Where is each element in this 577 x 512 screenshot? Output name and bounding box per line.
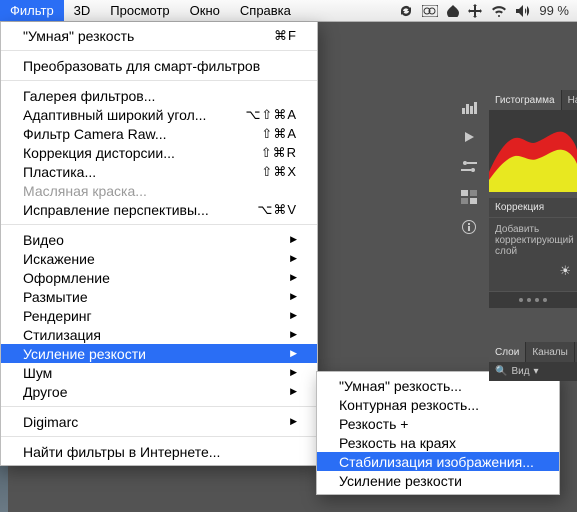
panel-tabs-layers: Слои Каналы Контуры	[489, 342, 577, 362]
menu-item[interactable]: Шум	[1, 363, 317, 382]
mac-menubar: Фильтр 3D Просмотр Окно Справка 99 %	[0, 0, 577, 22]
menu-item-label: Шум	[23, 365, 52, 381]
menu-item-label: Digimarc	[23, 414, 78, 430]
panel-tabs-histogram: Гистограмма Навигатор	[489, 90, 577, 110]
menu-item-label: Найти фильтры в Интернете...	[23, 444, 220, 460]
menu-item[interactable]: Видео	[1, 230, 317, 249]
menu-item[interactable]: Оформление	[1, 268, 317, 287]
menu-item[interactable]: Размытие	[1, 287, 317, 306]
menu-item-label: Преобразовать для смарт-фильтров	[23, 58, 260, 74]
panel-icon-strip	[454, 94, 484, 284]
menu-item-shortcut: ⇧⌘A	[261, 126, 297, 142]
menu-item[interactable]: Коррекция дисторсии... ⇧⌘R	[1, 143, 317, 162]
menu-item-label: Размытие	[23, 289, 88, 305]
submenu-item[interactable]: Резкость +	[317, 414, 559, 433]
menu-item[interactable]: Усиление резкости	[1, 344, 317, 363]
wifi-icon	[491, 5, 507, 17]
correction-panel-header[interactable]: Коррекция	[489, 198, 577, 217]
menu-item[interactable]: Адаптивный широкий угол... ⌥⇧⌘A	[1, 105, 317, 124]
histogram-display	[489, 110, 577, 192]
menu-window[interactable]: Окно	[180, 0, 230, 21]
menu-item-shortcut: ⇧⌘R	[261, 145, 297, 161]
tab-histogram[interactable]: Гистограмма	[489, 90, 562, 110]
submenu-item[interactable]: Контурная резкость...	[317, 395, 559, 414]
submenu-item[interactable]: Стабилизация изображения...	[317, 452, 559, 471]
swatches-icon[interactable]	[460, 188, 478, 206]
menu-item-label: Пластика...	[23, 164, 96, 180]
menu-item-label: Усиление резкости	[23, 346, 146, 362]
brightness-icon[interactable]: ☀	[495, 263, 571, 279]
submenu-item[interactable]: Резкость на краях	[317, 433, 559, 452]
menu-item-label: Галерея фильтров...	[23, 88, 155, 104]
menubar-status-area: 99 %	[399, 3, 577, 18]
panel-pager-dots	[489, 292, 577, 308]
menu-item[interactable]: Стилизация	[1, 325, 317, 344]
volume-icon	[516, 5, 530, 17]
menu-item-label: Рендеринг	[23, 308, 92, 324]
menu-item[interactable]: Фильтр Camera Raw... ⇧⌘A	[1, 124, 317, 143]
menu-filter[interactable]: Фильтр	[0, 0, 64, 21]
menu-item[interactable]: Искажение	[1, 249, 317, 268]
menu-item-shortcut: ⇧⌘X	[261, 164, 297, 180]
leaf-icon	[447, 5, 459, 17]
menu-3d[interactable]: 3D	[64, 0, 101, 21]
histogram-icon[interactable]	[460, 98, 478, 116]
menu-item-shortcut: ⌥⌘V	[257, 202, 297, 218]
search-icon: 🔍	[495, 366, 507, 377]
menu-view[interactable]: Просмотр	[100, 0, 179, 21]
info-icon[interactable]	[460, 218, 478, 236]
sync-icon	[399, 4, 413, 18]
menu-item-label: Стилизация	[23, 327, 101, 343]
menu-item-label: Адаптивный широкий угол...	[23, 107, 206, 123]
menu-item-label: "Умная" резкость	[23, 28, 134, 44]
menu-item-label: Искажение	[23, 251, 95, 267]
play-icon[interactable]	[460, 128, 478, 146]
correction-panel-body: Добавить корректирующий слой ☀	[489, 218, 577, 291]
tab-channels[interactable]: Каналы	[526, 342, 575, 362]
correction-hint-text: Добавить корректирующий слой	[495, 224, 574, 257]
histogram-panel-group: Гистограмма Навигатор Коррекция Добавить…	[489, 90, 577, 308]
menu-item-label: Исправление перспективы...	[23, 202, 209, 218]
layers-panel-body: 🔍 Вид ▾	[489, 362, 577, 381]
tab-navigator[interactable]: Навигатор	[562, 90, 577, 110]
menu-item-shortcut: ⌥⇧⌘A	[245, 107, 297, 123]
menu-item-label: Оформление	[23, 270, 110, 286]
menu-item-shortcut: ⌘F	[274, 28, 297, 44]
cc-icon	[422, 5, 438, 17]
layers-panel-group: Слои Каналы Контуры 🔍 Вид ▾	[489, 342, 577, 381]
menu-item-label: Коррекция дисторсии...	[23, 145, 175, 161]
battery-percent: 99 %	[539, 3, 569, 18]
menu-item[interactable]: "Умная" резкость ⌘F	[1, 26, 317, 45]
tab-layers[interactable]: Слои	[489, 342, 526, 362]
menu-item-label: Фильтр Camera Raw...	[23, 126, 167, 142]
menu-item-label: Другое	[23, 384, 67, 400]
move-icon	[468, 4, 482, 18]
menu-item[interactable]: Галерея фильтров...	[1, 86, 317, 105]
chevron-down-icon[interactable]: ▾	[534, 366, 539, 377]
layers-kind-label: Вид	[511, 366, 529, 377]
menu-item-label: Масляная краска...	[23, 183, 147, 199]
filter-menu-dropdown: "Умная" резкость ⌘F Преобразовать для смар…	[0, 22, 318, 466]
menu-item[interactable]: Преобразовать для смарт-фильтров	[1, 56, 317, 75]
menu-item[interactable]: Рендеринг	[1, 306, 317, 325]
menu-item[interactable]: Пластика... ⇧⌘X	[1, 162, 317, 181]
menu-item: Масляная краска...	[1, 181, 317, 200]
sharpen-submenu: "Умная" резкость...Контурная резкость...…	[316, 371, 560, 495]
submenu-item[interactable]: Усиление резкости	[317, 471, 559, 490]
menu-item[interactable]: Другое	[1, 382, 317, 401]
menu-help[interactable]: Справка	[230, 0, 301, 21]
menu-item-label: Видео	[23, 232, 64, 248]
menu-item[interactable]: Исправление перспективы... ⌥⌘V	[1, 200, 317, 219]
adjustments-icon[interactable]	[460, 158, 478, 176]
menu-item[interactable]: Digimarc	[1, 412, 317, 431]
menu-item[interactable]: Найти фильтры в Интернете...	[1, 442, 317, 461]
